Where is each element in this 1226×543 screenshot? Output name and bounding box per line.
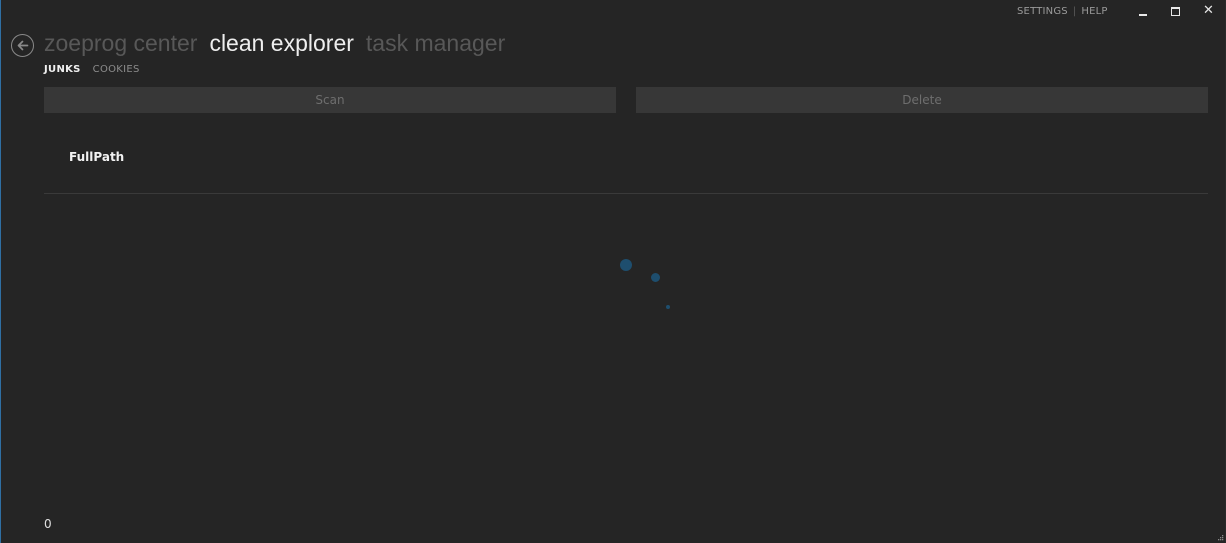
title-zoeprog-center[interactable]: zoeprog center	[44, 30, 197, 57]
progress-dot	[651, 273, 660, 282]
tab-cookies[interactable]: COOKIES	[93, 64, 140, 75]
item-count: 0	[44, 517, 52, 531]
close-button[interactable]: ✕	[1192, 0, 1225, 24]
pivot-tabs: JUNKS COOKIES	[44, 64, 152, 75]
back-arrow-icon	[17, 40, 29, 51]
command-separator: |	[1072, 6, 1077, 17]
scan-button[interactable]: Scan	[44, 87, 616, 113]
tab-junks[interactable]: JUNKS	[44, 64, 81, 75]
title-clean-explorer[interactable]: clean explorer	[209, 30, 353, 57]
maximize-button[interactable]	[1159, 0, 1192, 24]
resize-grip-icon[interactable]	[1216, 533, 1224, 541]
window-controls: ✕	[1126, 0, 1225, 24]
progress-dot	[666, 305, 670, 309]
title-task-manager[interactable]: task manager	[366, 30, 505, 57]
column-header-fullpath[interactable]: FullPath	[69, 150, 124, 164]
close-icon: ✕	[1203, 3, 1214, 18]
minimize-icon	[1138, 14, 1147, 16]
maximize-icon	[1171, 6, 1180, 16]
minimize-button[interactable]	[1126, 0, 1159, 24]
window-left-accent-border	[0, 0, 1, 543]
progress-dot	[620, 259, 632, 271]
back-button[interactable]	[11, 34, 34, 57]
top-commands: SETTINGS | HELP	[1017, 6, 1108, 17]
delete-button[interactable]: Delete	[636, 87, 1208, 113]
help-link[interactable]: HELP	[1081, 6, 1107, 17]
app-title-bar: zoeprog center clean explorer task manag…	[44, 30, 517, 57]
settings-link[interactable]: SETTINGS	[1017, 6, 1068, 17]
grid-header-divider	[44, 193, 1208, 194]
